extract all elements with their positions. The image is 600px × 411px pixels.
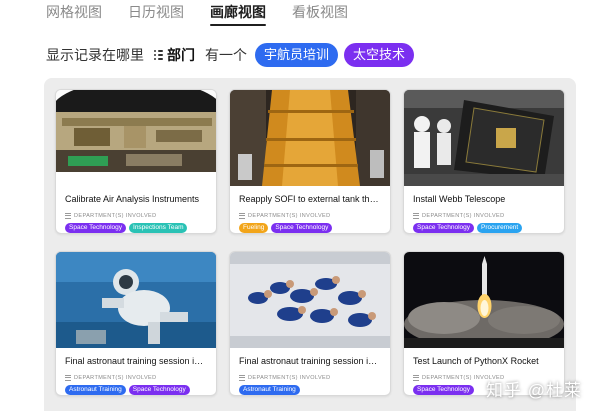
tab-calendar-view[interactable]: 日历视图 [128, 0, 184, 26]
long-text-field-icon [65, 374, 71, 381]
gallery-grid: Calibrate Air Analysis Instruments DEPAR… [44, 78, 576, 411]
webb-telescope-image [404, 90, 564, 186]
card-tags: Fueling Space Technology [230, 223, 390, 233]
card-tags: Astronaut Training [230, 385, 390, 395]
filter-bar: 显示记录在哪里 部门 有一个 宇航员培训 太空技术 [46, 42, 420, 68]
field-label: DEPARTMENT(S) INVOLVED [230, 211, 390, 220]
tab-kanban-view[interactable]: 看板视图 [292, 0, 348, 26]
long-text-field-icon [65, 212, 71, 219]
filter-prefix: 显示记录在哪里 [46, 47, 144, 63]
filter-field[interactable]: 部门 [167, 45, 195, 65]
gallery-card[interactable]: Reapply SOFI to external tank therm... D… [229, 89, 391, 234]
card-title: Test Launch of PythonX Rocket [413, 356, 539, 366]
field-label: DEPARTMENT(S) INVOLVED [404, 211, 564, 220]
zero-gravity-image [230, 252, 390, 348]
card-tags: Space Technology Procurement [404, 223, 564, 233]
card-image [404, 90, 564, 186]
filter-value-astronaut-training[interactable]: 宇航员培训 [255, 43, 339, 67]
tab-grid-view[interactable]: 网格视图 [46, 0, 102, 26]
card-title: Final astronaut training session in ne..… [65, 356, 216, 366]
underwater-training-image [56, 252, 216, 348]
field-label: DEPARTMENT(S) INVOLVED [56, 211, 216, 220]
filter-value-space-technology[interactable]: 太空技术 [344, 43, 415, 67]
field-label: DEPARTMENT(S) INVOLVED [230, 373, 390, 382]
card-title: Final astronaut training session in K... [239, 356, 390, 366]
filter-operator[interactable]: 有一个 [205, 45, 247, 65]
gallery-card[interactable]: Test Launch of PythonX Rocket DEPARTMENT… [403, 251, 565, 396]
rocket-launch-image [404, 252, 564, 348]
tag-space-technology: Space Technology [128, 385, 190, 395]
tag-fueling: Fueling [239, 223, 269, 233]
card-image [404, 252, 564, 348]
tag-inspections-team: Inspections Team [129, 223, 188, 233]
long-text-field-icon [239, 374, 245, 381]
gallery-card[interactable]: Calibrate Air Analysis Instruments DEPAR… [55, 89, 217, 234]
card-image [56, 90, 216, 186]
card-image [230, 90, 390, 186]
tag-astronaut-training: Astronaut Training [239, 385, 300, 395]
tag-space-technology: Space Technology [413, 223, 475, 233]
long-text-field-icon [413, 212, 419, 219]
card-title: Install Webb Telescope [413, 194, 506, 204]
card-title: Calibrate Air Analysis Instruments [65, 194, 200, 204]
card-tags: Space Technology Inspections Team [56, 223, 216, 233]
list-field-icon [154, 50, 163, 60]
card-image [230, 252, 390, 348]
view-tabs: 网格视图 日历视图 画廊视图 看板视图 [46, 0, 348, 26]
card-title: Reapply SOFI to external tank therm... [239, 194, 390, 204]
long-text-field-icon [239, 212, 245, 219]
field-label: DEPARTMENT(S) INVOLVED [56, 373, 216, 382]
tag-procurement: Procurement [477, 223, 523, 233]
gallery-card[interactable]: Install Webb Telescope DEPARTMENT(S) INV… [403, 89, 565, 234]
tag-astronaut-training: Astronaut Training [65, 385, 126, 395]
lab-instrument-image [56, 90, 216, 186]
gallery-card[interactable]: Final astronaut training session in ne..… [55, 251, 217, 396]
tag-space-technology: Space Technology [413, 385, 475, 395]
tag-space-technology: Space Technology [271, 223, 333, 233]
card-tags: Astronaut Training Space Technology [56, 385, 216, 395]
tab-gallery-view[interactable]: 画廊视图 [210, 0, 266, 26]
tag-space-technology: Space Technology [65, 223, 127, 233]
card-image [56, 252, 216, 348]
gallery-card[interactable]: Final astronaut training session in K...… [229, 251, 391, 396]
long-text-field-icon [413, 374, 419, 381]
watermark: 知乎 @杜莱 [486, 381, 582, 400]
external-tank-image [230, 90, 390, 186]
